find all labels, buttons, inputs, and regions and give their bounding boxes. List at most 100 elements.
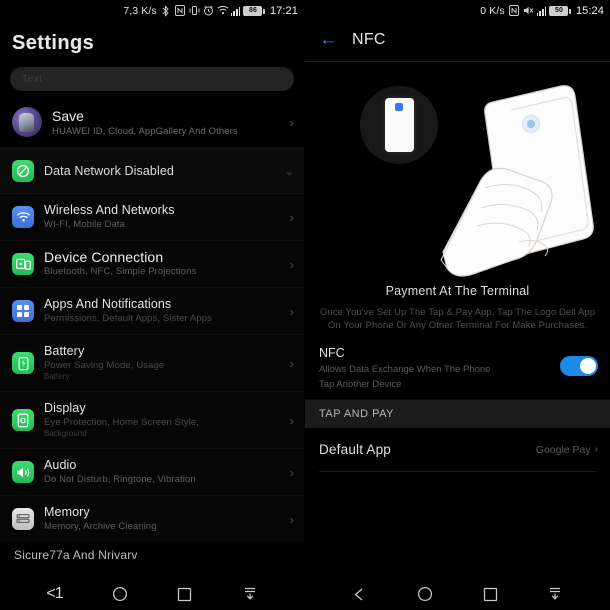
battery-icon: 50 <box>549 6 571 16</box>
sidebar-item-sublabel: Bluetooth, NFC, Simple Projections <box>44 266 197 277</box>
bluetooth-icon <box>161 5 172 17</box>
status-bar-left: 7,3 K/s 86 17:21 <box>0 0 304 22</box>
chevron-right-icon: › <box>289 303 294 319</box>
network-speed: 0 K/s <box>480 5 505 17</box>
sidebar-item-label: Display <box>44 401 86 415</box>
collapse-keyboard-icon[interactable] <box>538 581 572 607</box>
battery-icon <box>12 352 34 374</box>
account-name: Save <box>52 107 84 124</box>
nfc-toggle-row[interactable]: NFC Allows Data Exchange When The Phone … <box>305 332 610 399</box>
default-app-row[interactable]: Default App Google Pay › <box>305 428 610 471</box>
sidebar-item-sublabel: Permissions, Default Apps, Sister Apps <box>44 313 213 324</box>
chevron-right-icon: › <box>289 114 294 130</box>
nfc-toggle-label: NFC <box>319 346 345 360</box>
back-arrow-icon[interactable]: ← <box>319 30 338 49</box>
search-placeholder: Text <box>22 73 43 85</box>
navigation-bar-left: <1 <box>0 578 304 610</box>
default-app-label: Default App <box>319 442 392 457</box>
sidebar-item-label: Audio <box>44 458 77 472</box>
nfc-header: ← NFC <box>305 22 610 61</box>
sidebar-item-audio[interactable]: Audio Do Not Disturb, Ringtone, Vibratio… <box>0 449 304 496</box>
sidebar-item-sublabel: Do Not Disturb, Ringtone, Vibration <box>44 474 196 485</box>
account-row[interactable]: Save HUAWEI ID, Cloud, AppGallery And Ot… <box>0 99 304 148</box>
wifi-icon <box>12 206 34 228</box>
zoom-bubble <box>360 86 438 164</box>
section-header-tap-and-pay: TAP AND PAY <box>305 399 610 428</box>
sidebar-item-sublabel: WI-FI, Mobile Data <box>44 219 125 230</box>
payment-title: Payment At The Terminal <box>385 284 530 298</box>
chevron-right-icon: › <box>289 412 294 428</box>
sidebar-item-sublabel: Power Saving Mode, Usage <box>44 360 165 371</box>
display-icon <box>12 409 34 431</box>
sidebar-item-sublabel: Eye Protection, Home Screen Style, <box>44 417 199 428</box>
search-input[interactable]: Text <box>10 67 294 91</box>
nfc-toggle-switch[interactable] <box>560 356 598 376</box>
nfc-logo-icon <box>395 103 403 111</box>
page-title: Settings <box>12 32 95 54</box>
sidebar-item-memory[interactable]: Memory Memory, Archive Cleaning › <box>0 496 304 542</box>
mini-phone-nfc-logo <box>384 98 414 152</box>
nfc-icon <box>174 5 186 17</box>
chevron-right-icon: › <box>289 511 294 527</box>
signal-icon <box>230 6 241 16</box>
data-network-label: Data Network Disabled <box>44 163 174 178</box>
sidebar-item-label: Memory <box>44 505 90 519</box>
default-app-value: Google Pay <box>535 443 591 456</box>
sidebar-item-label: Wireless And Networks <box>44 203 175 217</box>
nfc-icon <box>508 5 520 17</box>
audio-icon <box>12 461 34 483</box>
sidebar-item-battery[interactable]: Battery Power Saving Mode, Usage Battery… <box>0 335 304 392</box>
sidebar-item-sublabel-2: Battery <box>44 372 70 381</box>
data-network-row[interactable]: Data Network Disabled ⌄ <box>0 148 304 194</box>
sidebar-item-display[interactable]: Display Eye Protection, Home Screen Styl… <box>0 392 304 449</box>
chevron-right-icon: › <box>289 464 294 480</box>
payment-description: Once You've Set Up The Tap & Pay App, Ta… <box>319 307 596 331</box>
dual-pane-screenshot: 7,3 K/s 86 17:21 Settings Text Save HUAW… <box>0 0 610 610</box>
page-title: NFC <box>352 30 386 48</box>
sidebar-item-sublabel-2: Background <box>44 429 87 438</box>
wifi-icon <box>217 5 229 17</box>
nfc-pane: 0 K/s 50 15:24 ← NFC Payment At The Term… <box>305 0 610 610</box>
battery-level: 86 <box>243 6 263 16</box>
mute-icon <box>523 5 534 17</box>
chevron-down-icon[interactable]: ⌄ <box>285 165 294 178</box>
recents-button[interactable] <box>168 581 202 607</box>
navigation-bar-right <box>305 578 610 610</box>
collapse-keyboard-icon[interactable] <box>233 581 267 607</box>
back-button[interactable]: <1 <box>38 581 72 607</box>
battery-icon: 86 <box>243 6 265 16</box>
recents-button[interactable] <box>473 581 507 607</box>
sidebar-item-label: Battery <box>44 344 85 358</box>
sidebar-item-apps-and-notifications[interactable]: Apps And Notifications Permissions, Defa… <box>0 288 304 335</box>
signal-icon <box>536 6 547 16</box>
sidebar-item-wireless-and-networks[interactable]: Wireless And Networks WI-FI, Mobile Data… <box>0 194 304 241</box>
data-off-icon <box>12 160 34 182</box>
account-subtitle: HUAWEI ID, Cloud, AppGallery And Others <box>52 125 238 137</box>
avatar <box>12 107 42 137</box>
home-button[interactable] <box>408 581 442 607</box>
nfc-toggle-sublabel-line1: Allows Data Exchange When The Phone <box>319 364 491 375</box>
clock: 15:24 <box>575 5 604 17</box>
network-speed: 7,3 K/s <box>123 5 157 17</box>
chevron-right-icon: › <box>289 355 294 371</box>
clock: 17:21 <box>269 5 298 17</box>
apps-grid-icon <box>12 300 34 322</box>
sidebar-item-label: Device Connection <box>44 249 164 265</box>
settings-pane: 7,3 K/s 86 17:21 Settings Text Save HUAW… <box>0 0 305 610</box>
chevron-right-icon: › <box>594 444 598 455</box>
memory-icon <box>12 508 34 530</box>
nfc-toggle-sublabel-line2: Tap Another Device <box>319 379 402 390</box>
sidebar-item-sublabel: Memory, Archive Cleaning <box>44 521 157 532</box>
switch-knob <box>580 358 596 374</box>
nfc-tap-to-pay-illustration <box>305 62 610 280</box>
hand-holding-phone-graphic <box>440 85 594 277</box>
battery-level: 50 <box>549 6 569 16</box>
sidebar-item-security-and-privacy[interactable]: Sicure77a And Nrivarv <box>0 542 304 562</box>
device-connection-icon <box>12 253 34 275</box>
alarm-icon <box>203 5 214 17</box>
vibrate-icon <box>189 5 200 17</box>
back-button[interactable] <box>343 581 377 607</box>
sidebar-item-device-connection[interactable]: Device Connection Bluetooth, NFC, Simple… <box>0 241 304 288</box>
home-button[interactable] <box>103 581 137 607</box>
settings-list: Wireless And Networks WI-FI, Mobile Data… <box>0 194 304 542</box>
